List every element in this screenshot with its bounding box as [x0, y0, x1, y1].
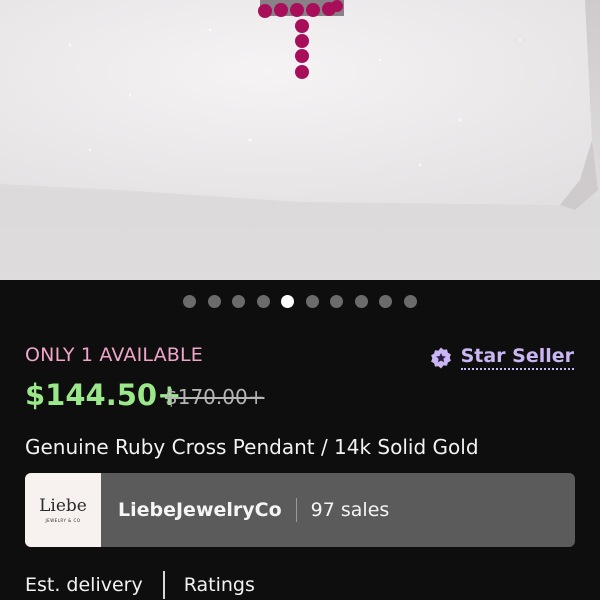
shop-logo-text: Liebe: [39, 495, 87, 516]
carousel-dot[interactable]: [379, 294, 393, 308]
info-tabs: Est. delivery Ratings: [25, 570, 255, 600]
current-price: $144.50+: [25, 378, 182, 412]
star-seller-badge-icon: [430, 347, 451, 368]
original-price: $170.00+: [165, 385, 265, 409]
carousel-dot[interactable]: [305, 294, 319, 308]
carousel-dot[interactable]: [256, 294, 270, 308]
carousel-dot[interactable]: [403, 294, 417, 308]
carousel-dot[interactable]: [183, 294, 197, 308]
shop-divider: [295, 498, 297, 522]
shop-sales-count: 97 sales: [310, 499, 390, 521]
carousel-dot[interactable]: [232, 294, 246, 308]
image-carousel-dots[interactable]: [0, 289, 600, 313]
shop-name[interactable]: LiebeJewelryCo: [118, 499, 282, 521]
tab-est-delivery[interactable]: Est. delivery: [25, 574, 143, 596]
carousel-dot[interactable]: [354, 294, 368, 308]
shop-logo-subtext: JEWELRY & CO: [45, 517, 81, 523]
star-seller-link[interactable]: Star Seller: [429, 345, 574, 370]
product-image: [0, 0, 600, 280]
shop-logo: Liebe JEWELRY & CO: [25, 473, 101, 547]
carousel-dot[interactable]: [330, 294, 344, 308]
listing-title: Genuine Ruby Cross Pendant / 14k Solid G…: [25, 435, 479, 459]
star-seller-label: Star Seller: [460, 345, 574, 370]
carousel-dot[interactable]: [207, 294, 221, 308]
product-photo[interactable]: [0, 0, 600, 280]
availability-label: ONLY 1 AVAILABLE: [25, 344, 204, 366]
shop-card[interactable]: Liebe JEWELRY & CO LiebeJewelryCo 97 sal…: [25, 473, 575, 547]
tab-separator: [162, 571, 165, 599]
tab-ratings[interactable]: Ratings: [184, 574, 255, 596]
carousel-dot[interactable]: [281, 294, 295, 308]
